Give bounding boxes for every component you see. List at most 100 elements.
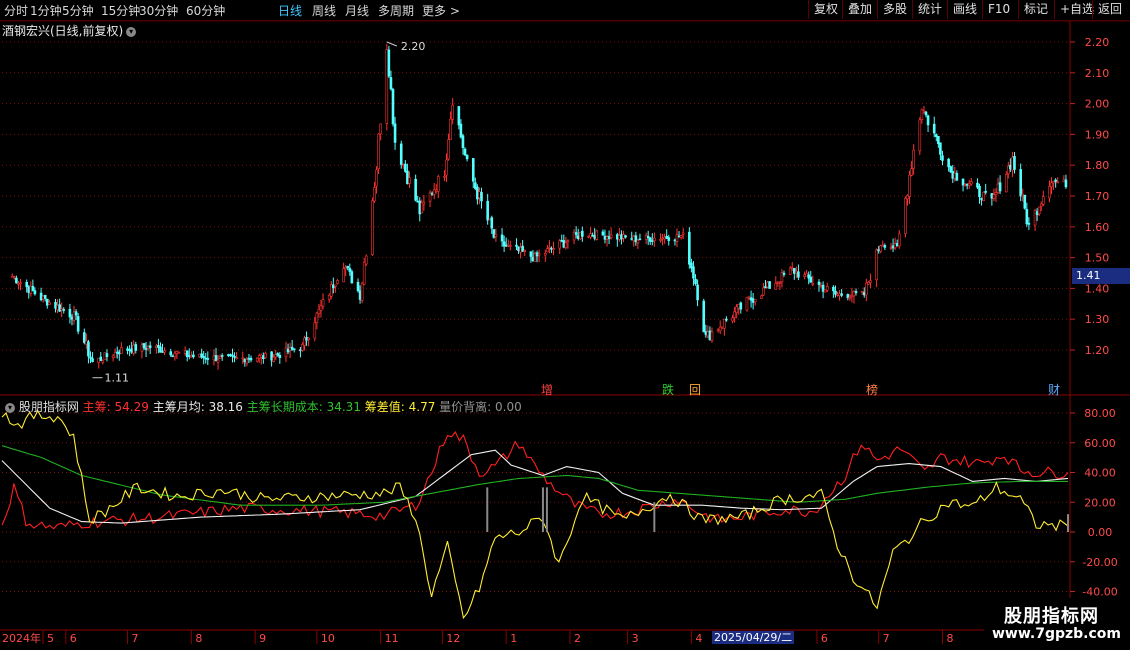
candle-body — [146, 346, 150, 349]
candle-body — [13, 276, 16, 279]
event-marker-3[interactable]: 榜 — [866, 381, 878, 398]
candle-body — [523, 250, 527, 252]
candle-body — [241, 357, 245, 360]
candle-body — [883, 245, 887, 248]
candle-body — [737, 303, 741, 309]
candle-body — [128, 349, 131, 351]
candle-body — [790, 267, 794, 269]
candle-body — [766, 282, 769, 288]
candle-body — [519, 247, 522, 253]
indicator-series-1 — [1, 449, 1069, 524]
candle-body — [716, 329, 720, 332]
candle-body — [408, 177, 411, 184]
candle-body — [848, 296, 852, 299]
candle-body — [961, 178, 965, 186]
candle-body — [550, 247, 553, 250]
candle-body — [177, 351, 181, 354]
candle-body — [978, 186, 981, 197]
month-label: 8 — [195, 632, 202, 645]
price-tick-label: 2.10 — [1085, 67, 1110, 80]
candle-body — [1004, 174, 1008, 193]
event-marker-4[interactable]: 财 — [1048, 381, 1060, 398]
candle-body — [1052, 181, 1055, 184]
candle-body — [245, 359, 249, 364]
candle-body — [288, 347, 292, 351]
candle-body — [76, 316, 80, 332]
candle-body — [897, 233, 901, 247]
candle-body — [379, 123, 382, 134]
candle-body — [70, 316, 74, 320]
candle-body — [1039, 203, 1043, 207]
candle-body — [825, 286, 829, 291]
candle-body — [87, 341, 90, 357]
candle-body — [1007, 165, 1010, 175]
event-marker-0[interactable]: 增 — [541, 381, 553, 398]
candle-body — [947, 158, 950, 168]
candle-body — [492, 229, 496, 238]
candle-body — [667, 237, 671, 241]
watermark: 股朋指标网 www.7gpzb.com — [984, 598, 1130, 650]
candle-body — [171, 355, 175, 358]
candle-body — [175, 351, 179, 355]
month-label: 3 — [632, 632, 639, 645]
candle-body — [877, 249, 880, 252]
candle-body — [548, 246, 551, 249]
candle-body — [778, 282, 782, 284]
price-tick-label: 1.80 — [1085, 159, 1110, 172]
indicator-series-0 — [1, 430, 1069, 530]
candle-body — [792, 268, 796, 274]
candle-body — [788, 267, 792, 275]
candle-body — [449, 118, 452, 140]
candle-body — [360, 283, 364, 301]
candle-body — [327, 294, 331, 300]
candle-body — [875, 249, 878, 281]
candle-body — [934, 134, 938, 137]
candle-body — [1023, 194, 1027, 209]
candle-body — [198, 353, 201, 358]
candle-body — [399, 143, 403, 165]
candle-body — [329, 284, 333, 297]
candle-body — [992, 194, 996, 199]
candle-body — [216, 359, 220, 363]
candle-body — [819, 285, 823, 287]
candle-body — [284, 347, 288, 358]
month-label: 12 — [446, 632, 460, 645]
candle-body — [690, 262, 693, 269]
candle-body — [552, 248, 555, 251]
candle-body — [646, 236, 650, 239]
month-label: 7 — [132, 632, 139, 645]
event-marker-2[interactable]: 回 — [689, 381, 701, 398]
candle-body — [270, 351, 273, 361]
candle-body — [850, 295, 854, 297]
candle-body — [994, 192, 998, 196]
candle-body — [1025, 209, 1029, 225]
candle-body — [504, 244, 508, 247]
candle-body — [749, 297, 753, 301]
candle-body — [609, 234, 613, 238]
event-marker-1[interactable]: 跌 — [662, 381, 674, 398]
candle-body — [912, 149, 915, 169]
candle-body — [731, 317, 734, 322]
candle-body — [566, 240, 570, 243]
cursor-date: 2025/04/29/二 — [712, 631, 795, 644]
candle-body — [591, 234, 594, 237]
candle-body — [286, 348, 290, 353]
candle-body — [517, 246, 520, 251]
candle-body — [54, 301, 57, 309]
price-tick-label: 1.50 — [1085, 252, 1110, 265]
candle-body — [91, 358, 94, 362]
candle-body — [157, 345, 160, 348]
candle-body — [173, 352, 177, 358]
candle-body — [10, 275, 14, 278]
indicator-tick-label: 20.00 — [1084, 496, 1116, 509]
kline-chart[interactable]: 2.20 2.10 2.00 1.90 1.80 1.70 1.60 1.50 1.40 1.30… — [0, 0, 1130, 650]
chevron-down-icon[interactable]: ▾ — [5, 402, 15, 413]
candle-body — [823, 289, 827, 293]
candle-body — [688, 231, 691, 265]
candle-body — [465, 154, 469, 160]
candle-body — [653, 237, 656, 242]
candle-body — [299, 349, 302, 352]
candle-body — [908, 174, 911, 197]
candle-body — [733, 311, 736, 318]
candle-body — [836, 294, 839, 296]
